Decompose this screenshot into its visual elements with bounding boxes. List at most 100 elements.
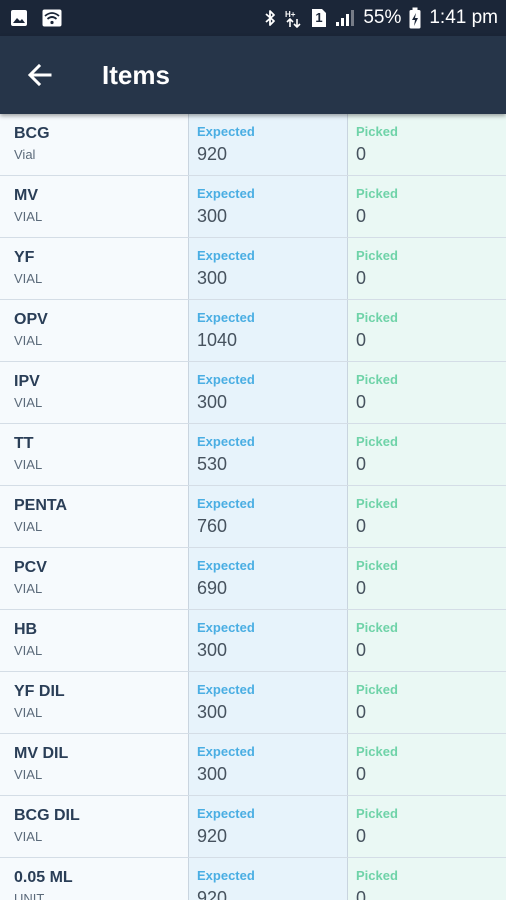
item-name: IPV [14,373,40,390]
back-button[interactable] [0,36,80,114]
expected-label: Expected [197,372,255,387]
expected-label: Expected [197,806,255,821]
item-name: OPV [14,311,48,328]
picked-label: Picked [356,248,398,263]
picked-cell: Picked 0 [348,610,506,671]
item-name: PCV [14,559,47,576]
item-name: TT [14,435,34,452]
expected-label: Expected [197,620,255,635]
battery-charging-icon [409,7,421,29]
expected-label: Expected [197,558,255,573]
list-item[interactable]: PCV VIAL Expected 690 Picked 0 [0,548,506,610]
item-name: PENTA [14,497,68,514]
expected-value: 300 [197,702,228,722]
expected-value: 300 [197,764,228,784]
picked-cell: Picked 0 [348,114,506,175]
item-unit: VIAL [14,271,43,286]
arrow-left-icon [27,62,53,88]
expected-label: Expected [197,124,255,139]
item-unit: VIAL [14,643,43,658]
item-unit: VIAL [14,519,43,534]
item-name-cell: BCG DIL VIAL [0,796,189,857]
item-name-cell: IPV VIAL [0,362,189,423]
item-name-cell: YF DIL VIAL [0,672,189,733]
picked-cell: Picked 0 [348,858,506,900]
item-name: YF [14,249,35,266]
item-unit: VIAL [14,395,43,410]
picked-cell: Picked 0 [348,424,506,485]
list-item[interactable]: IPV VIAL Expected 300 Picked 0 [0,362,506,424]
picked-cell: Picked 0 [348,176,506,237]
expected-label: Expected [197,310,255,325]
picked-label: Picked [356,124,398,139]
picked-label: Picked [356,806,398,821]
picked-value: 0 [356,330,367,350]
expected-cell: Expected 920 [189,796,348,857]
picked-value: 0 [356,888,367,900]
picked-value: 0 [356,826,367,846]
list-item[interactable]: HB VIAL Expected 300 Picked 0 [0,610,506,672]
picked-value: 0 [356,702,367,722]
item-unit: VIAL [14,457,43,472]
item-name: YF DIL [14,683,65,700]
bluetooth-icon [263,8,277,28]
expected-value: 300 [197,392,228,412]
status-right-icons: H+ 1 55% 1:41 pm [263,7,498,29]
picked-value: 0 [356,206,367,226]
expected-cell: Expected 920 [189,114,348,175]
expected-label: Expected [197,868,255,883]
page-title: Items [102,59,170,90]
item-name-cell: BCG Vial [0,114,189,175]
picked-value: 0 [356,268,367,288]
svg-text:H+: H+ [285,10,296,19]
list-item[interactable]: 0.05 ML UNIT Expected 920 Picked 0 [0,858,506,900]
app-bar: Items [0,36,506,114]
picked-label: Picked [356,372,398,387]
network-data-icon: H+ [285,8,303,28]
item-name: 0.05 ML [14,869,73,886]
expected-cell: Expected 760 [189,486,348,547]
picked-cell: Picked 0 [348,734,506,795]
signal-icon [335,9,355,27]
picked-label: Picked [356,558,398,573]
item-unit: VIAL [14,705,43,720]
picked-cell: Picked 0 [348,362,506,423]
list-item[interactable]: PENTA VIAL Expected 760 Picked 0 [0,486,506,548]
list-item[interactable]: YF DIL VIAL Expected 300 Picked 0 [0,672,506,734]
item-unit: UNIT [14,891,45,900]
list-item[interactable]: YF VIAL Expected 300 Picked 0 [0,238,506,300]
expected-cell: Expected 920 [189,858,348,900]
picked-value: 0 [356,392,367,412]
list-item[interactable]: MV DIL VIAL Expected 300 Picked 0 [0,734,506,796]
expected-value: 760 [197,516,228,536]
picked-label: Picked [356,620,398,635]
expected-value: 920 [197,888,228,900]
image-icon [10,9,28,27]
list-item[interactable]: OPV VIAL Expected 1040 Picked 0 [0,300,506,362]
list-item[interactable]: BCG DIL VIAL Expected 920 Picked 0 [0,796,506,858]
picked-label: Picked [356,744,398,759]
picked-label: Picked [356,310,398,325]
expected-cell: Expected 300 [189,176,348,237]
expected-value: 300 [197,206,228,226]
wifi-icon [42,9,62,27]
items-list[interactable]: BCG Vial Expected 920 Picked 0 MV VIAL E… [0,114,506,900]
list-item[interactable]: BCG Vial Expected 920 Picked 0 [0,114,506,176]
status-time: 1:41 pm [429,7,498,28]
expected-cell: Expected 300 [189,238,348,299]
list-item[interactable]: MV VIAL Expected 300 Picked 0 [0,176,506,238]
expected-label: Expected [197,496,255,511]
expected-value: 920 [197,826,228,846]
item-name-cell: 0.05 ML UNIT [0,858,189,900]
picked-label: Picked [356,682,398,697]
expected-label: Expected [197,744,255,759]
list-item[interactable]: TT VIAL Expected 530 Picked 0 [0,424,506,486]
expected-label: Expected [197,186,255,201]
expected-cell: Expected 300 [189,734,348,795]
sim-icon: 1 [311,8,327,28]
item-name: HB [14,621,38,638]
picked-label: Picked [356,434,398,449]
item-name-cell: MV DIL VIAL [0,734,189,795]
item-name: MV [14,187,38,204]
expected-value: 300 [197,640,228,660]
